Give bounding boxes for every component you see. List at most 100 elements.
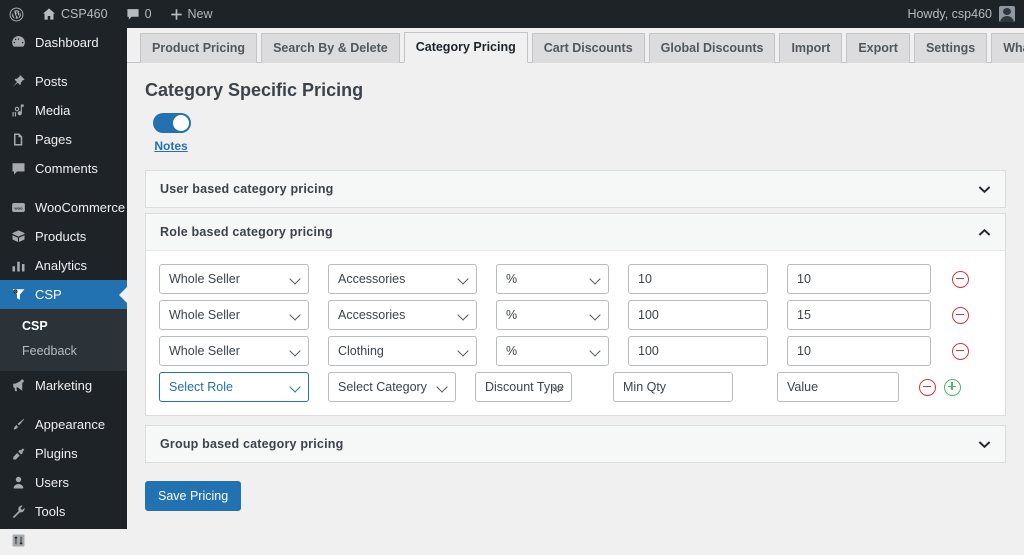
category-select[interactable]: Accessories bbox=[328, 300, 477, 330]
save-pricing-button[interactable]: Save Pricing bbox=[145, 481, 242, 512]
sidebar-item-comments[interactable]: Comments bbox=[0, 154, 127, 183]
sidebar-item-plugins[interactable]: Plugins bbox=[0, 439, 127, 468]
chevron-down-icon[interactable] bbox=[978, 183, 991, 196]
tab-cart-discounts[interactable]: Cart Discounts bbox=[531, 32, 645, 63]
main-content: Product Pricing Search By & Delete Categ… bbox=[127, 28, 1024, 529]
wrench-icon bbox=[9, 504, 27, 519]
discount-type-cell: % bbox=[496, 264, 609, 294]
sidebar-item-settings[interactable]: Settings bbox=[0, 526, 127, 555]
tab-category-pricing[interactable]: Category Pricing bbox=[403, 31, 528, 63]
min-qty-input[interactable]: Min Qty bbox=[613, 372, 733, 402]
notes-link[interactable]: Notes bbox=[153, 139, 189, 153]
category-select-cell: Select Category bbox=[328, 372, 456, 402]
rule-row: Whole Seller Accessories % 100 15 bbox=[146, 299, 1005, 331]
row-actions bbox=[952, 342, 969, 360]
pin-icon bbox=[9, 74, 27, 89]
sidebar-item-csp[interactable]: 0 CSP bbox=[0, 280, 127, 309]
new-content-menu[interactable]: New bbox=[161, 0, 222, 28]
tab-global-discounts[interactable]: Global Discounts bbox=[648, 32, 776, 63]
sidebar-item-users[interactable]: Users bbox=[0, 468, 127, 497]
panel-header-role-based[interactable]: Role based category pricing bbox=[146, 214, 1005, 250]
brush-icon bbox=[9, 417, 27, 432]
enable-toggle[interactable] bbox=[153, 113, 191, 133]
tab-search-by-delete[interactable]: Search By & Delete bbox=[261, 32, 400, 63]
sidebar-item-label: CSP bbox=[35, 287, 62, 302]
tab-import[interactable]: Import bbox=[779, 32, 843, 63]
discount-type-cell: % bbox=[496, 300, 609, 330]
sidebar-item-analytics[interactable]: Analytics bbox=[0, 251, 127, 280]
avatar bbox=[999, 6, 1015, 22]
category-select[interactable]: Accessories bbox=[328, 264, 477, 294]
settings-icon bbox=[9, 533, 27, 548]
category-select[interactable]: Select Category bbox=[328, 372, 456, 402]
discount-type-select[interactable]: % bbox=[496, 264, 609, 294]
page-title: Category Specific Pricing bbox=[145, 80, 364, 100]
plus-icon bbox=[170, 8, 183, 21]
remove-row-icon[interactable] bbox=[952, 306, 969, 324]
sidebar-item-marketing[interactable]: Marketing bbox=[0, 371, 127, 400]
sidebar-item-posts[interactable]: Posts bbox=[0, 67, 127, 96]
remove-row-icon[interactable] bbox=[952, 342, 969, 360]
sidebar-item-tools[interactable]: Tools bbox=[0, 497, 127, 526]
value-input[interactable]: 10 bbox=[787, 264, 931, 294]
chevron-down-icon[interactable] bbox=[978, 438, 991, 451]
toggle-knob bbox=[173, 115, 189, 131]
sidebar-item-appearance[interactable]: Appearance bbox=[0, 410, 127, 439]
account-menu[interactable]: Howdy, csp460 bbox=[907, 6, 1024, 22]
submenu-item-csp[interactable]: CSP bbox=[0, 314, 127, 339]
svg-text:woo: woo bbox=[13, 205, 23, 210]
chevron-up-icon[interactable] bbox=[978, 226, 991, 239]
remove-row-icon[interactable] bbox=[919, 378, 936, 396]
tab-bar: Product Pricing Search By & Delete Categ… bbox=[127, 28, 1024, 63]
value-input[interactable]: Value bbox=[777, 372, 899, 402]
sidebar-item-label: Posts bbox=[35, 74, 68, 89]
discount-type-select[interactable]: % bbox=[496, 300, 609, 330]
sidebar-item-dashboard[interactable]: Dashboard bbox=[0, 28, 127, 57]
sidebar-item-label: Media bbox=[35, 103, 71, 118]
discount-type-select[interactable]: % bbox=[496, 336, 609, 366]
tab-settings[interactable]: Settings bbox=[913, 32, 988, 63]
tab-product-pricing[interactable]: Product Pricing bbox=[140, 32, 258, 63]
role-select[interactable]: Whole Seller bbox=[159, 264, 309, 294]
sidebar-item-woocommerce[interactable]: woo WooCommerce bbox=[0, 193, 127, 222]
value-input[interactable]: 10 bbox=[787, 336, 931, 366]
role-select[interactable]: Select Role bbox=[159, 372, 309, 402]
sidebar-item-products[interactable]: Products bbox=[0, 222, 127, 251]
value-input[interactable]: 15 bbox=[787, 300, 931, 330]
pages-icon bbox=[9, 132, 27, 147]
submenu-item-feedback[interactable]: Feedback bbox=[0, 339, 127, 364]
category-select[interactable]: Clothing bbox=[328, 336, 477, 366]
sidebar-item-label: Tools bbox=[35, 503, 66, 519]
panel-user-based: User based category pricing bbox=[145, 170, 1006, 208]
comments-menu[interactable]: 0 bbox=[117, 0, 161, 28]
role-select[interactable]: Whole Seller bbox=[159, 336, 309, 366]
wordpress-logo-menu[interactable] bbox=[0, 0, 33, 28]
panel-header-user-based[interactable]: User based category pricing bbox=[146, 171, 1005, 207]
add-row-icon[interactable] bbox=[944, 378, 961, 396]
panel-group-based: Group based category pricing bbox=[145, 425, 1006, 463]
discount-type-cell: % bbox=[496, 336, 609, 366]
sidebar-item-pages[interactable]: Pages bbox=[0, 125, 127, 154]
sidebar-item-media[interactable]: Media bbox=[0, 96, 127, 125]
discount-type-select[interactable]: Discount Type bbox=[475, 372, 572, 402]
enable-toggle-row bbox=[153, 113, 1024, 136]
remove-row-icon[interactable] bbox=[952, 270, 969, 288]
home-icon bbox=[42, 7, 56, 21]
admin-sidebar: Dashboard Posts Media Pages Comments woo… bbox=[0, 28, 127, 547]
sidebar-item-label: Users bbox=[35, 474, 69, 490]
site-name-menu[interactable]: CSP460 bbox=[33, 0, 117, 28]
category-select-cell: Accessories bbox=[328, 264, 477, 294]
tab-whats-new[interactable]: What's New bbox=[991, 32, 1024, 63]
min-qty-input[interactable]: 100 bbox=[628, 336, 768, 366]
role-select[interactable]: Whole Seller bbox=[159, 300, 309, 330]
panel-header-group-based[interactable]: Group based category pricing bbox=[146, 426, 1005, 462]
value-cell: Value bbox=[777, 372, 899, 402]
sidebar-item-label: Products bbox=[35, 229, 87, 244]
min-qty-input[interactable]: 100 bbox=[628, 300, 768, 330]
tab-export[interactable]: Export bbox=[846, 32, 910, 63]
discount-type-cell: Discount Type bbox=[475, 372, 572, 402]
plug-icon bbox=[9, 446, 27, 461]
panel-title: Group based category pricing bbox=[160, 437, 344, 451]
min-qty-input[interactable]: 10 bbox=[628, 264, 768, 294]
csp-submenu: CSP Feedback bbox=[0, 309, 127, 371]
